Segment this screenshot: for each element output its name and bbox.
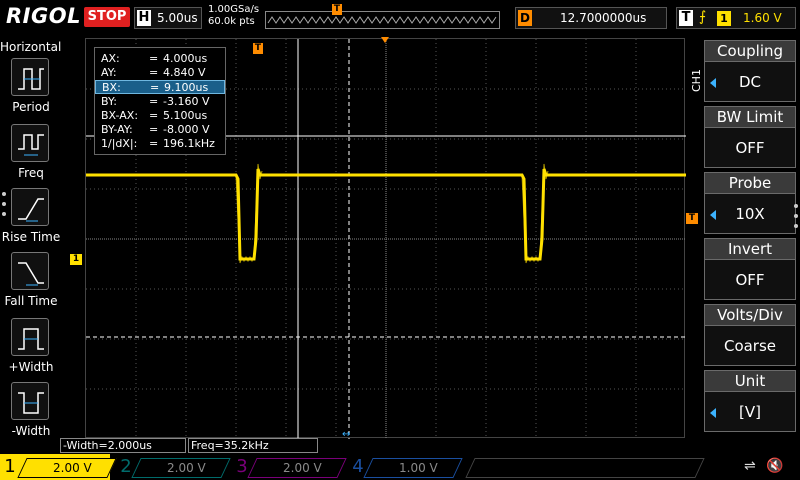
menu-label-fall-time: Fall Time [4, 294, 58, 308]
cursor-row-bx-ax: BX-AX: = 5.100us [101, 109, 208, 122]
cursor-row-ax: AX: = 4.000us [101, 52, 208, 65]
horizontal-label: H [137, 10, 151, 26]
channel-3-scale-box: 2.00 V [247, 458, 347, 478]
bw-limit-value: OFF [704, 128, 796, 168]
channel-tab-3[interactable]: 3 2.00 V [232, 454, 347, 480]
channel-menu-label: CH1 [690, 69, 703, 92]
ch1-offset-marker[interactable]: 1 [70, 254, 82, 265]
memory-waveform-icon [267, 16, 497, 24]
unit-value: [V] [704, 392, 796, 432]
left-menu-title: Horizontal [0, 40, 62, 54]
channel-tab-1[interactable]: 1 2.00 V [0, 454, 117, 480]
empty-slot [465, 458, 705, 478]
unit-arrow-icon [710, 408, 716, 418]
delay-label: D [518, 10, 532, 26]
trigger-label: T [679, 10, 693, 26]
bw-limit-title: BW Limit [704, 106, 796, 128]
delay-value: 12.7000000us [560, 11, 647, 25]
menu-label-period: Period [12, 100, 50, 114]
channel-bar-spacer [465, 454, 710, 480]
channel-3-scale: 2.00 V [283, 461, 322, 475]
plus-width-icon [11, 318, 49, 356]
menu-item-plus-width[interactable]: +Width [0, 318, 60, 382]
cursor-row-inv-dx: 1/|dX|: = 196.1kHz [101, 137, 215, 150]
menu-item-period[interactable]: Period [0, 58, 60, 122]
volts-div-title: Volts/Div [704, 304, 796, 326]
trigger-position-marker: T [332, 4, 342, 15]
acquisition-info: 1.00GSa/s 60.0k pts [208, 4, 259, 28]
menu-item-rise-time[interactable]: Rise Time [0, 188, 60, 252]
channel-1-scale: 2.00 V [53, 461, 92, 475]
trigger-time-marker[interactable]: T [253, 43, 263, 54]
trigger-source: 1 [717, 11, 731, 26]
channel-4-scale: 1.00 V [399, 461, 438, 475]
rigol-logo: RIGOL [6, 4, 81, 28]
invert-title: Invert [704, 238, 796, 260]
coupling-value: DC [704, 62, 796, 102]
cursor-row-by-ay: BY-AY: = -8.000 V [101, 123, 210, 136]
invert-value: OFF [704, 260, 796, 300]
sample-rate: 1.00GSa/s [208, 4, 260, 15]
menu-label-plus-width: +Width [8, 360, 54, 374]
channel-2-scale-box: 2.00 V [131, 458, 231, 478]
channel-4-scale-box: 1.00 V [363, 458, 463, 478]
menu-label-rise-time: Rise Time [1, 230, 61, 244]
channel-tab-4[interactable]: 4 1.00 V [348, 454, 463, 480]
menu-probe[interactable]: Probe 10X [704, 172, 796, 236]
right-menu-page-dots [794, 204, 798, 234]
run-stop-indicator[interactable]: STOP [84, 7, 130, 27]
menu-item-fall-time[interactable]: Fall Time [0, 252, 60, 316]
horizontal-position-marker [381, 37, 389, 43]
cursor-row-bx-selected[interactable]: BX: = 9.100us [95, 80, 225, 94]
menu-item-freq[interactable]: Freq [0, 124, 60, 188]
menu-volts-div[interactable]: Volts/Div Coarse [704, 304, 796, 368]
timebase-value: 5.00us [157, 11, 198, 25]
cursor-row-ay: AY: = 4.840 V [101, 66, 206, 79]
menu-invert[interactable]: Invert OFF [704, 238, 796, 302]
measurement-neg-width[interactable]: -Width=2.000us [60, 438, 186, 453]
measurement-freq[interactable]: Freq=35.2kHz [188, 438, 318, 453]
probe-arrow-icon [710, 210, 716, 220]
menu-label-minus-width: -Width [11, 424, 51, 438]
menu-unit[interactable]: Unit [V] [704, 370, 796, 434]
coupling-arrow-icon [710, 78, 716, 88]
probe-title: Probe [704, 172, 796, 194]
rising-edge-icon: ⨍ [699, 9, 707, 25]
rise-time-icon [11, 188, 49, 226]
cursor-row-by: BY: = -3.160 V [101, 95, 210, 108]
minus-width-icon [11, 382, 49, 420]
menu-item-minus-width[interactable]: -Width [0, 382, 60, 446]
channel-1-scale-box: 2.00 V [17, 458, 117, 478]
trigger-box[interactable]: T ⨍ 1 1.60 V [676, 7, 796, 29]
coupling-title: Coupling [704, 40, 796, 62]
menu-label-freq: Freq [18, 166, 44, 180]
delay-box[interactable]: D 12.7000000us [515, 7, 667, 29]
horizontal-measure-menu: Horizontal Period Freq Rise Time Fall Ti… [0, 38, 62, 438]
menu-bw-limit[interactable]: BW Limit OFF [704, 106, 796, 170]
timebase-box[interactable]: H 5.00us [134, 7, 202, 29]
volts-div-value: Coarse [704, 326, 796, 366]
channel-2-scale: 2.00 V [167, 461, 206, 475]
menu-coupling[interactable]: Coupling DC [704, 40, 796, 104]
usb-icon: ⇌ [744, 458, 756, 474]
memory-depth: 60.0k pts [208, 16, 255, 27]
channel-tab-2[interactable]: 2 2.00 V [116, 454, 231, 480]
probe-value: 10X [704, 194, 796, 234]
period-icon [11, 58, 49, 96]
top-status-bar: RIGOL STOP H 5.00us 1.00GSa/s 60.0k pts … [0, 0, 800, 38]
freq-icon [11, 124, 49, 162]
memory-overview-strip [265, 11, 500, 29]
cursor-readout-panel: AX: = 4.000us AY: = 4.840 V BX: = 9.100us BY: =… [94, 47, 226, 155]
trigger-level-marker[interactable]: T [686, 213, 698, 224]
fall-time-icon [11, 252, 49, 290]
trigger-level: 1.60 V [743, 11, 782, 25]
speaker-muted-icon[interactable]: 🔇 [766, 458, 783, 474]
unit-title: Unit [704, 370, 796, 392]
channel-bar: 1 2.00 V 2 2.00 V 3 2.00 V 4 1.00 V [0, 454, 800, 480]
time-cursor-marker: ↔ [342, 429, 351, 440]
